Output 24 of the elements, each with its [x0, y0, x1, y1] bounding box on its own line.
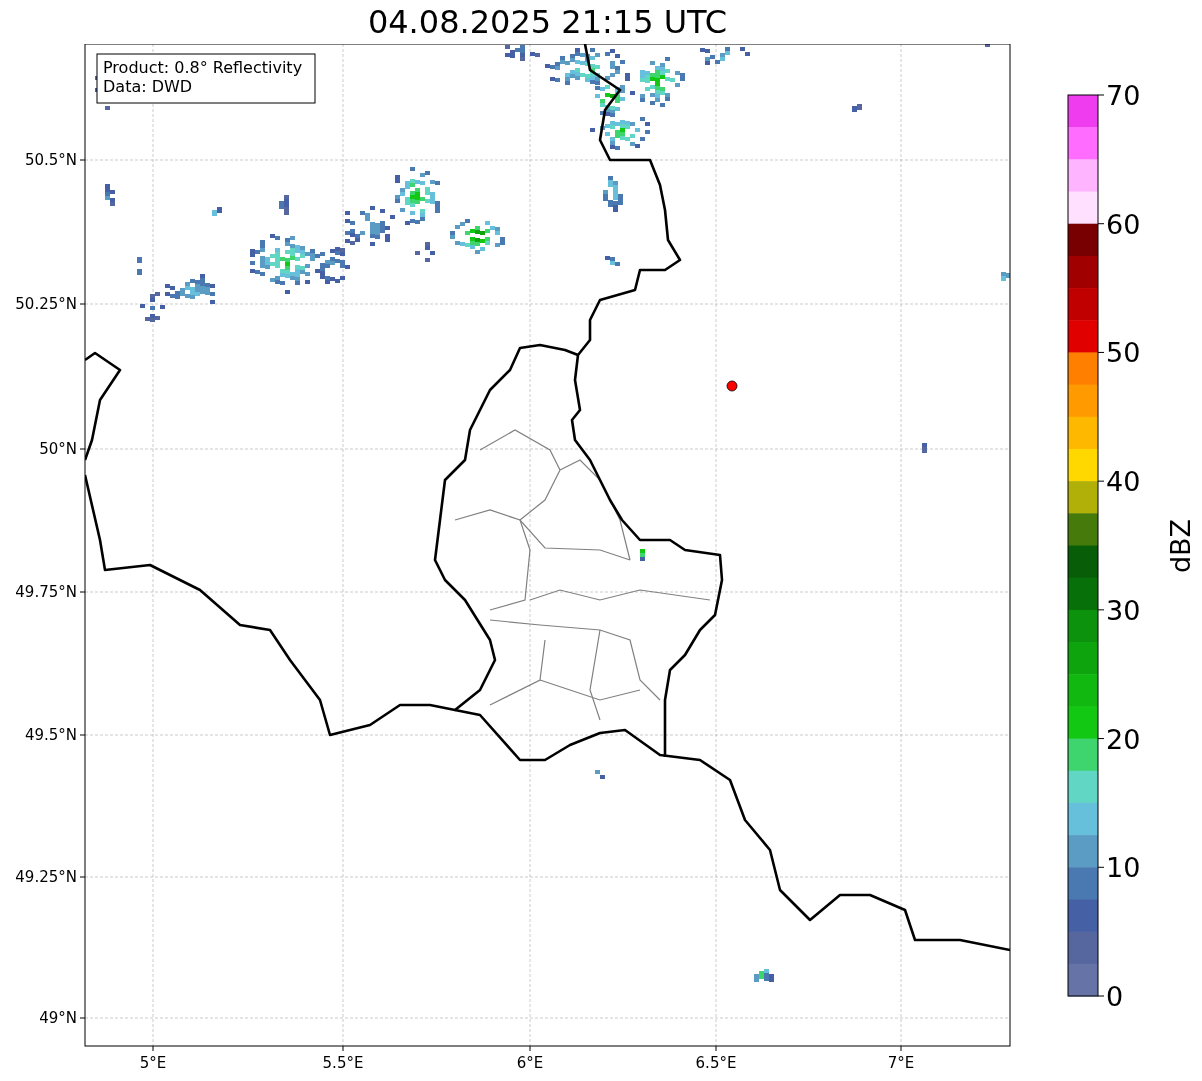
axis-tick-label: 6.5°E: [695, 1054, 737, 1072]
colorbar-tick-label: 10: [1106, 852, 1141, 884]
colorbar-tick-label: 20: [1106, 723, 1141, 755]
chart-title: 04.08.2025 21:15 UTC: [367, 2, 728, 43]
colorbar-tick-label: 30: [1106, 594, 1141, 626]
legend-text: Data: DWD: [103, 77, 193, 96]
axis-tick-label: 6°E: [516, 1054, 544, 1072]
colorbar-tick-label: 60: [1106, 208, 1141, 240]
axis-tick-label: 5.5°E: [322, 1054, 364, 1072]
axis-tick-label: 49.75°N: [15, 583, 77, 601]
axis-tick-label: 5°E: [139, 1054, 167, 1072]
axis-tick-label: 49.25°N: [15, 868, 77, 886]
axis-tick-label: 49°N: [39, 1009, 77, 1027]
axis-tick-label: 7°E: [887, 1054, 915, 1072]
axis-tick-label: 50.5°N: [24, 151, 77, 169]
axis-tick-label: 49.5°N: [24, 726, 77, 744]
colorbar-tick-label: 0: [1106, 981, 1124, 1012]
axis-tick-label: 50°N: [39, 440, 77, 458]
colorbar-tick-label: 50: [1106, 337, 1141, 369]
axis-tick-label: 50.25°N: [15, 295, 77, 313]
colorbar-label: dBZ: [1165, 518, 1196, 574]
colorbar-tick-label: 40: [1106, 466, 1141, 498]
colorbar-tick-label: 70: [1106, 80, 1141, 111]
legend-text: Product: 0.8° Reflectivity: [103, 58, 303, 77]
